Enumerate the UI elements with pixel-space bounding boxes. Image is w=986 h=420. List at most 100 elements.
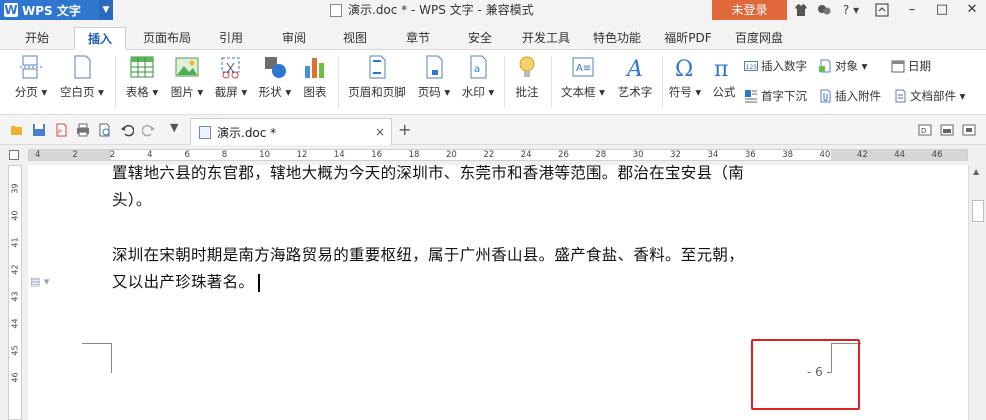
ruler-mark: 14: [333, 150, 345, 160]
tab-features[interactable]: 特色功能: [586, 27, 648, 50]
dropcap-label: 首字下沉: [761, 89, 807, 103]
tab-home[interactable]: 开始: [14, 27, 60, 50]
fullscreen-icon[interactable]: [962, 123, 976, 137]
formula-button[interactable]: π 公式: [708, 54, 740, 100]
help-label: ?: [842, 3, 850, 17]
tab-page-layout[interactable]: 页面布局: [136, 27, 198, 50]
ruler-mark: 2: [72, 150, 78, 160]
header-footer-button[interactable]: 页眉和页脚: [344, 54, 410, 100]
dropcap-button[interactable]: 首字下沉: [744, 88, 807, 104]
ruler-mark: 24: [520, 150, 532, 160]
open-folder-icon[interactable]: [10, 123, 24, 137]
picture-icon: [175, 57, 199, 77]
window-mode-icon[interactable]: [940, 123, 954, 137]
textbox-button[interactable]: A≡ 文本框 ▾: [557, 54, 609, 100]
ruler-mark: 28: [595, 150, 607, 160]
wordart-button[interactable]: A 艺术字: [613, 54, 657, 100]
ruler-mark: 18: [408, 150, 420, 160]
login-button[interactable]: 未登录: [712, 0, 787, 20]
ribbon-insert: 分页 ▾ 空白页 ▾ 表格 ▾ 图片 ▾ 截屏 ▾ 形状 ▾ 图表 页眉和页脚 …: [0, 50, 986, 115]
screenshot-button[interactable]: 截屏 ▾: [210, 54, 252, 100]
paragraph-line[interactable]: 深圳在宋朝时期是南方海路贸易的重要枢纽，属于广州香山县。盛产食盐、香料。至元朝，: [112, 242, 744, 269]
save-icon[interactable]: [32, 123, 46, 137]
insert-number-button[interactable]: 123 插入数字: [744, 58, 807, 74]
minimize-icon[interactable]: –: [898, 0, 926, 20]
tab-developer[interactable]: 开发工具: [515, 27, 577, 50]
tab-review[interactable]: 审阅: [273, 27, 315, 50]
ruler-mark: 44: [10, 318, 20, 329]
scroll-thumb[interactable]: [972, 200, 984, 222]
window-title-text: 演示.doc * - WPS 文字 - 兼容模式: [348, 3, 534, 17]
page-break-button[interactable]: 分页 ▾: [12, 54, 50, 100]
tab-security[interactable]: 安全: [459, 27, 501, 50]
table-button[interactable]: 表格 ▾: [122, 54, 162, 100]
skin-icon[interactable]: [793, 0, 809, 20]
chevron-down-icon[interactable]: ▼: [99, 0, 113, 20]
doc-parts-button[interactable]: 文档部件 ▾: [893, 88, 965, 104]
vertical-ruler[interactable]: 39 40 41 42 43 44 45 46: [8, 165, 22, 420]
comment-button[interactable]: 批注: [510, 54, 544, 100]
ruler-mark: 22: [483, 150, 495, 160]
doc-parts-icon: [895, 89, 906, 103]
new-tab-icon[interactable]: +: [398, 120, 411, 139]
feedback-icon[interactable]: [816, 0, 832, 20]
chart-button[interactable]: 图表: [299, 54, 331, 100]
menu-tabs: 开始 插入 页面布局 引用 审阅 视图 章节 安全 开发工具 特色功能 福昕PD…: [0, 20, 986, 50]
svg-text:D: D: [921, 127, 926, 135]
help-button[interactable]: ? ▾: [840, 0, 862, 20]
paragraph-line[interactable]: 置辖地六县的东官郡，辖地大概为今天的深圳市、东莞市和香港等范围。郡治在宝安县（南: [112, 160, 744, 187]
page-number-button[interactable]: 页码 ▾: [414, 54, 454, 100]
tab-view[interactable]: 视图: [334, 27, 376, 50]
chevron-down-icon[interactable]: ▼: [170, 121, 184, 135]
ruler-mark: 6: [184, 150, 190, 160]
svg-text:A: A: [625, 57, 643, 80]
vertical-scrollbar[interactable]: ▲: [968, 165, 986, 420]
blank-page-label: 空白页 ▾: [60, 85, 104, 99]
tab-chapter[interactable]: 章节: [397, 27, 439, 50]
picture-button[interactable]: 图片 ▾: [167, 54, 207, 100]
svg-text:A≡: A≡: [576, 63, 591, 74]
wordart-icon: A: [625, 57, 643, 80]
symbol-button[interactable]: Ω 符号 ▾: [666, 54, 704, 100]
tab-baidu-netdisk[interactable]: 百度网盘: [728, 27, 790, 50]
undo-icon[interactable]: [120, 123, 134, 137]
ruler-mark: 45: [10, 345, 20, 356]
insert-number-label: 插入数字: [761, 59, 807, 73]
scroll-up-icon[interactable]: ▲: [973, 167, 979, 176]
watermark-button[interactable]: a 水印 ▾: [458, 54, 498, 100]
tab-insert[interactable]: 插入: [74, 27, 126, 50]
page-break-label: 分页 ▾: [14, 85, 48, 99]
ruler-mark: 8: [221, 150, 228, 160]
attachment-button[interactable]: 插入附件: [818, 88, 881, 104]
print-icon[interactable]: [76, 123, 90, 137]
page-number-icon: [426, 55, 443, 79]
tab-foxit-pdf[interactable]: 福昕PDF: [657, 27, 719, 50]
header-footer-label: 页眉和页脚: [348, 85, 406, 99]
paragraph-layout-icon[interactable]: ▤ ▾: [30, 275, 49, 288]
screenshot-label: 截屏 ▾: [214, 85, 248, 99]
paragraph-line[interactable]: 头）。: [112, 187, 152, 214]
ruler-mark: 26: [558, 150, 569, 160]
maximize-icon[interactable]: □: [928, 0, 956, 20]
shapes-button[interactable]: 形状 ▾: [255, 54, 295, 100]
tab-references[interactable]: 引用: [210, 27, 252, 50]
redo-icon[interactable]: [142, 123, 156, 137]
close-tab-icon[interactable]: ×: [375, 125, 385, 139]
object-button[interactable]: 对象 ▾: [818, 58, 867, 74]
ruler-mark: 46: [931, 150, 943, 160]
formula-icon: π: [714, 57, 728, 80]
print-preview-icon[interactable]: [98, 123, 112, 137]
tab-stop-selector[interactable]: [9, 150, 19, 160]
svg-text:P: P: [58, 129, 62, 136]
date-button[interactable]: 日期: [891, 58, 931, 74]
paragraph-line-with-cursor[interactable]: 又以出产珍珠著名。: [112, 269, 260, 296]
header-footer-icon: [369, 55, 386, 79]
app-menu-button[interactable]: W WPS 文字 ▼: [0, 0, 113, 20]
document-tab[interactable]: 演示.doc * ×: [190, 118, 392, 145]
restore-ribbon-icon[interactable]: [868, 0, 896, 20]
blank-page-button[interactable]: 空白页 ▾: [56, 54, 108, 100]
close-icon[interactable]: ✕: [958, 0, 986, 20]
read-mode-icon[interactable]: D: [918, 123, 932, 137]
divider: [338, 56, 339, 108]
export-pdf-icon[interactable]: P: [54, 123, 68, 137]
